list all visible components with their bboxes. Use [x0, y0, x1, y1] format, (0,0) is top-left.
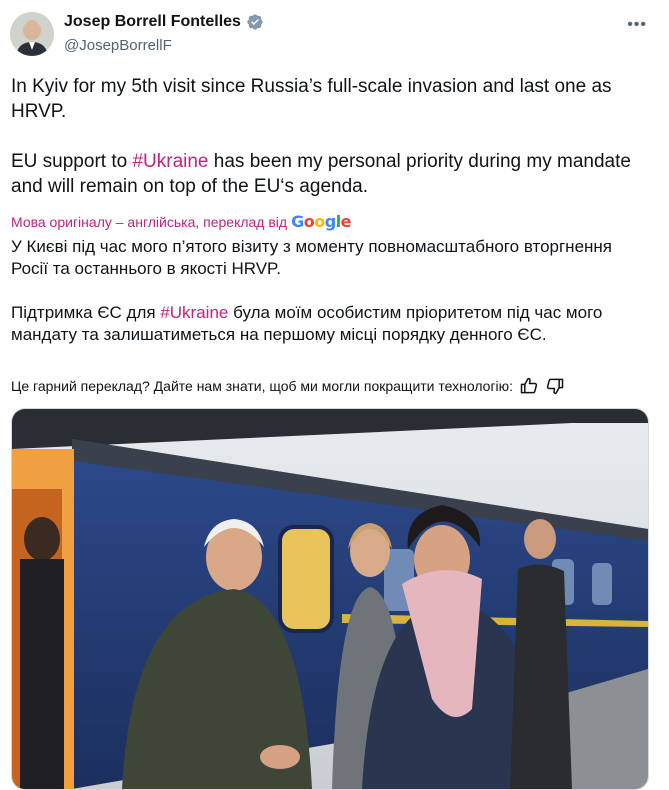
hashtag-link[interactable]: #Ukraine: [160, 303, 228, 322]
thumbs-up-icon[interactable]: [519, 376, 539, 396]
tweet-header: Josep Borrell Fontelles @JosepBorrellF •…: [0, 0, 669, 70]
thumbs-down-icon[interactable]: [545, 376, 565, 396]
photo-illustration: [12, 409, 648, 789]
more-options-icon[interactable]: •••: [627, 16, 647, 34]
tweet-text-segment: EU support to: [11, 151, 133, 172]
author-name[interactable]: Josep Borrell Fontelles: [64, 13, 241, 31]
translated-paragraph-1: У Києві під час мого п’ятого візиту з мо…: [11, 237, 613, 278]
verified-badge-icon: [247, 14, 263, 30]
tweet-text: In Kyiv for my 5th visit since Russia’s …: [11, 74, 651, 199]
translation-notice[interactable]: Мова оригіналу – англійська, переклад ві…: [11, 212, 352, 231]
translated-text: У Києві під час мого п’ятого візиту з мо…: [11, 236, 651, 346]
author-name-row: Josep Borrell Fontelles: [64, 13, 264, 31]
tweet-photo[interactable]: [11, 408, 649, 790]
translated-text-segment: Підтримка ЄС для: [11, 303, 161, 322]
tweet-paragraph-1: In Kyiv for my 5th visit since Russia’s …: [11, 76, 617, 122]
translated-paragraph-2: Підтримка ЄС для #Ukraine була моїм особ…: [11, 302, 651, 346]
tweet-paragraph-2: EU support to #Ukraine has been my perso…: [11, 149, 651, 199]
hashtag-link[interactable]: #Ukraine: [132, 151, 208, 172]
translation-notice-label: Мова оригіналу – англійська, переклад ві…: [11, 213, 288, 230]
tweet-card: Josep Borrell Fontelles @JosepBorrellF •…: [0, 0, 669, 790]
feedback-question: Це гарний переклад? Дайте нам знати, щоб…: [11, 378, 514, 394]
google-logo: Google: [291, 212, 352, 231]
avatar[interactable]: [10, 12, 54, 56]
author-handle[interactable]: @JosepBorrellF: [64, 37, 172, 54]
translation-feedback: Це гарний переклад? Дайте нам знати, щоб…: [11, 376, 565, 396]
